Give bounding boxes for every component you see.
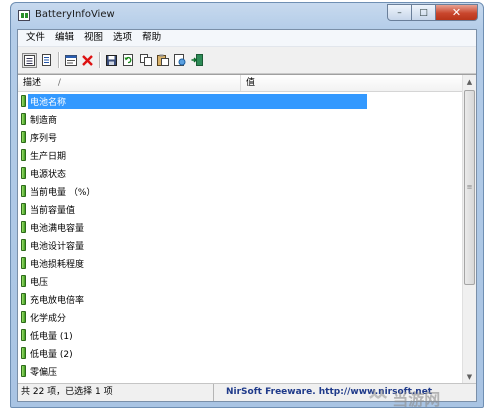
list-item[interactable]: 低电量 (1) <box>18 326 463 344</box>
list-rows: 电池名称制造商序列号生产日期电源状态当前电量 （%） 当前容量值电池满电容量 电池设… <box>18 92 463 384</box>
toolbar <box>18 47 476 74</box>
list-item[interactable]: 制造商 <box>18 110 463 128</box>
list-item[interactable]: 电压 <box>18 272 463 290</box>
battery-icon <box>21 311 26 323</box>
battery-icon <box>21 185 26 197</box>
menu-file[interactable]: 文件 <box>21 30 50 46</box>
battery-icon <box>21 149 26 161</box>
list-item-label: 低电量 (2) <box>30 349 73 360</box>
save-icon[interactable] <box>104 53 119 68</box>
delete-icon[interactable] <box>80 53 95 68</box>
scroll-up-arrow-icon[interactable]: ▲ <box>463 75 476 89</box>
column-header-value[interactable]: 值 <box>241 75 463 91</box>
battery-icon <box>21 95 26 107</box>
list-item[interactable]: 化学成分 <box>18 308 463 326</box>
battery-icon <box>21 293 26 305</box>
battery-icon <box>21 239 26 251</box>
list-item-label: 低电量 (1) <box>30 331 73 342</box>
battery-app-icon <box>18 10 30 21</box>
list-item[interactable]: 低电量 (2) <box>18 344 463 362</box>
app-window: BatteryInfoView – □ ✕ 文件 编辑 视图 选项 帮助 描述 … <box>10 2 484 408</box>
battery-info-list[interactable]: 描述 / 值 电池名称 制造商 序列号 生产日期 电源状态 当前电量 （%） 当前容量值 电池… <box>18 74 476 384</box>
menu-edit[interactable]: 编辑 <box>50 30 79 46</box>
list-item-label: 当前电量 （%） <box>30 187 96 198</box>
list-item-label: 电池满电容量 <box>30 223 85 234</box>
list-item-label: 电池损耗程度 <box>30 259 85 270</box>
battery-icon <box>21 113 26 125</box>
exit-icon[interactable] <box>189 53 204 68</box>
maximize-button[interactable]: □ <box>412 4 436 21</box>
html-report-icon[interactable] <box>172 53 187 68</box>
battery-icon <box>21 365 26 377</box>
battery-icon <box>21 131 26 143</box>
battery-icon <box>21 203 26 215</box>
minimize-button[interactable]: – <box>387 4 412 21</box>
list-item[interactable]: 电池名称 <box>18 92 463 110</box>
title-bar[interactable]: BatteryInfoView – □ ✕ <box>11 3 483 29</box>
menu-options[interactable]: 选项 <box>108 30 137 46</box>
menu-help[interactable]: 帮助 <box>137 30 166 46</box>
list-item[interactable]: 当前电量 （%） <box>18 182 463 200</box>
list-item-label: 电池名称 <box>28 93 367 109</box>
list-item-label: 电源状态 <box>30 169 67 180</box>
grip-icon: ≡ <box>466 183 473 191</box>
list-header: 描述 / 值 <box>18 75 463 92</box>
paste-icon[interactable] <box>155 53 170 68</box>
status-item-count: 共 22 项，已选择 1 项 <box>18 384 214 401</box>
client-area: 文件 编辑 视图 选项 帮助 描述 / 值 电池名称 制造商 序列号 生产日期 … <box>17 29 477 402</box>
vertical-scrollbar[interactable]: ▲ ≡ ▼ <box>462 75 476 384</box>
battery-icon <box>21 257 26 269</box>
menu-view[interactable]: 视图 <box>79 30 108 46</box>
list-item[interactable]: 序列号 <box>18 128 463 146</box>
column-value-label: 值 <box>246 78 256 88</box>
sort-indicator: / <box>57 78 61 88</box>
list-item[interactable]: 电源状态 <box>18 164 463 182</box>
menu-bar: 文件 编辑 视图 选项 帮助 <box>18 30 476 47</box>
watermark-logo-icon: ᄊ <box>368 387 389 413</box>
list-item-label: 制造商 <box>30 115 58 126</box>
battery-icon <box>21 167 26 179</box>
battery-icon <box>21 275 26 287</box>
list-view-icon[interactable] <box>39 53 54 68</box>
list-item[interactable]: 充电放电倍率 <box>18 290 463 308</box>
list-item-label: 化学成分 <box>30 313 67 324</box>
toolbar-separator <box>99 52 100 68</box>
list-item[interactable]: 电池设计容量 <box>18 236 463 254</box>
column-description-label: 描述 <box>23 78 42 88</box>
watermark: ᄊ 当游网 <box>368 385 488 413</box>
list-item[interactable]: 电池满电容量 <box>18 218 463 236</box>
list-item[interactable]: 当前容量值 <box>18 200 463 218</box>
list-item-label: 充电放电倍率 <box>30 295 85 306</box>
battery-icon <box>21 347 26 359</box>
battery-icon <box>21 329 26 341</box>
toolbar-separator <box>58 52 59 68</box>
properties-icon[interactable] <box>63 53 78 68</box>
list-item-label: 电压 <box>30 277 49 288</box>
list-item-label: 零偏压 <box>30 367 58 378</box>
list-item-label: 序列号 <box>30 133 58 144</box>
list-item-label: 电池设计容量 <box>30 241 85 252</box>
scroll-down-arrow-icon[interactable]: ▼ <box>463 370 476 384</box>
battery-icon <box>21 221 26 233</box>
window-title: BatteryInfoView <box>35 9 115 20</box>
refresh-icon[interactable] <box>121 53 136 68</box>
list-item[interactable]: 生产日期 <box>18 146 463 164</box>
close-button[interactable]: ✕ <box>436 4 478 21</box>
watermark-text: 当游网 <box>392 390 441 409</box>
list-item-label: 当前容量值 <box>30 205 76 216</box>
details-view-icon[interactable] <box>22 52 37 68</box>
list-item[interactable]: 电池损耗程度 <box>18 254 463 272</box>
list-item[interactable]: 零偏压 <box>18 362 463 380</box>
copy-icon[interactable] <box>138 53 153 68</box>
list-item-label: 生产日期 <box>30 151 67 162</box>
scrollbar-thumb[interactable]: ≡ <box>464 90 475 285</box>
column-header-description[interactable]: 描述 / <box>18 75 241 91</box>
